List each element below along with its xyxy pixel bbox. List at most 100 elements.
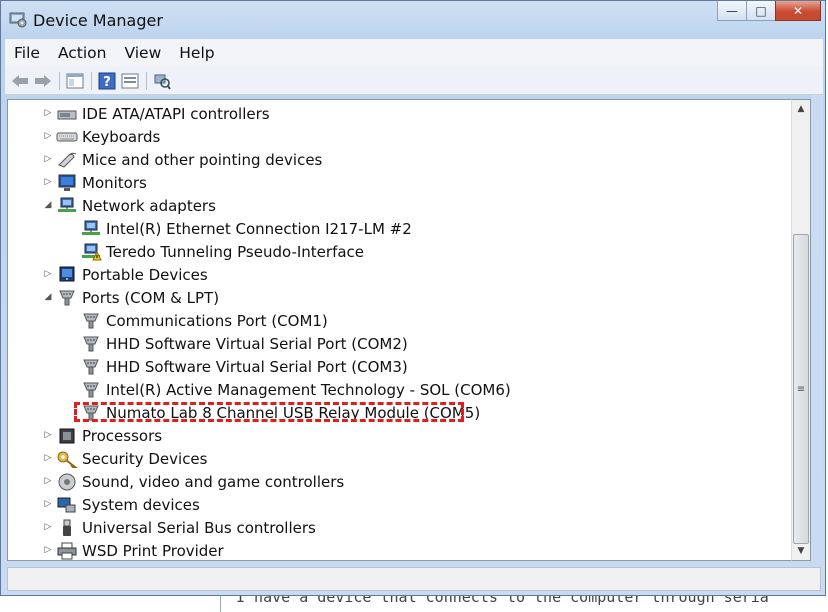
device-label: Intel(R) Active Management Technology - … (106, 380, 511, 399)
expand-arrow-closed-icon[interactable]: ▷ (43, 130, 53, 142)
toolbar-separator (146, 71, 147, 90)
device-category[interactable]: IDE ATA/ATAPI controllers (56, 102, 270, 125)
mouse-icon (56, 150, 78, 170)
forward-arrow-icon (35, 74, 51, 87)
properties-button[interactable] (64, 70, 86, 92)
expand-arrow-open-icon[interactable]: ◢ (43, 199, 53, 211)
port-icon (80, 380, 102, 400)
device-label: Monitors (82, 173, 147, 192)
close-button[interactable]: ✕ (775, 1, 821, 21)
expand-arrow-closed-icon[interactable]: ▷ (43, 521, 53, 533)
device-label: Communications Port (COM1) (106, 311, 328, 330)
maximize-button[interactable]: □ (746, 1, 776, 21)
show-hide-icon (121, 73, 139, 88)
device-category[interactable]: Keyboards (56, 125, 160, 148)
close-icon: ✕ (792, 3, 804, 18)
toolbar: ? (5, 67, 823, 95)
toolbar-separator (59, 71, 60, 90)
system-device-icon (56, 495, 78, 515)
toolbar-separator (91, 71, 92, 90)
device-category[interactable]: Processors (56, 424, 162, 447)
device-label: Intel(R) Ethernet Connection I217-LM #2 (106, 219, 412, 238)
device-manager-window: Device Manager — □ ✕ File Action View He… (0, 0, 826, 596)
device-item[interactable]: Intel(R) Ethernet Connection I217-LM #2 (80, 217, 412, 240)
device-label: Universal Serial Bus controllers (82, 518, 316, 537)
device-label: HHD Software Virtual Serial Port (COM2) (106, 334, 408, 353)
forward-button[interactable] (32, 70, 54, 92)
scan-hardware-button[interactable] (151, 70, 173, 92)
expand-arrow-closed-icon[interactable]: ▷ (43, 498, 53, 510)
device-category[interactable]: Universal Serial Bus controllers (56, 516, 316, 539)
background-text: I have a device that connects to the com… (236, 596, 769, 606)
device-category[interactable]: Sound, video and game controllers (56, 470, 344, 493)
device-label: Ports (COM & LPT) (82, 288, 220, 307)
device-category[interactable]: WSD Print Provider (56, 539, 224, 561)
device-category[interactable]: Network adapters (56, 194, 216, 217)
background-divider (220, 596, 221, 612)
keyboard-icon (56, 127, 78, 147)
scan-hardware-icon (154, 74, 171, 90)
port-icon (80, 334, 102, 354)
back-button[interactable] (9, 70, 31, 92)
device-tree[interactable]: ▷ IDE ATA/ATAPI controllers ▷ Keyboards ▷ Mic… (7, 99, 791, 561)
device-item[interactable]: Teredo Tunneling Pseudo-Interface (80, 240, 364, 263)
svg-text:?: ? (103, 75, 111, 90)
port-icon (80, 357, 102, 377)
device-item[interactable]: HHD Software Virtual Serial Port (COM2) (80, 332, 408, 355)
device-label: Security Devices (82, 449, 208, 468)
device-category[interactable]: Security Devices (56, 447, 207, 470)
processor-icon (56, 426, 78, 446)
expand-arrow-closed-icon[interactable]: ▷ (43, 176, 53, 188)
device-item[interactable]: Intel(R) Active Management Technology - … (80, 378, 511, 401)
status-bar (7, 567, 821, 591)
menu-file[interactable]: File (5, 44, 49, 62)
device-label: Mice and other pointing devices (82, 150, 323, 169)
expand-arrow-closed-icon[interactable]: ▷ (43, 452, 53, 464)
device-category[interactable]: System devices (56, 493, 200, 516)
device-label: Network adapters (82, 196, 216, 215)
device-category[interactable]: Portable Devices (56, 263, 208, 286)
device-category[interactable]: Mice and other pointing devices (56, 148, 322, 171)
device-label: Sound, video and game controllers (82, 472, 345, 491)
vertical-scrollbar[interactable]: ▲ ≡ ▼ (791, 99, 811, 561)
device-category[interactable]: Ports (COM & LPT) (56, 286, 219, 309)
expand-arrow-closed-icon[interactable]: ▷ (43, 268, 53, 280)
scroll-down-arrow-icon[interactable]: ▼ (792, 542, 810, 560)
show-hide-button[interactable] (119, 70, 141, 92)
expand-arrow-closed-icon[interactable]: ▷ (43, 107, 53, 119)
menu-action[interactable]: Action (49, 44, 116, 62)
grip-icon: ≡ (796, 383, 806, 395)
window-title: Device Manager (33, 11, 163, 30)
help-icon: ? (98, 72, 116, 90)
expand-arrow-closed-icon[interactable]: ▷ (43, 475, 53, 487)
back-arrow-icon (12, 74, 28, 87)
help-button[interactable]: ? (96, 70, 118, 92)
device-item[interactable]: Communications Port (COM1) (80, 309, 328, 332)
maximize-icon: □ (755, 3, 767, 18)
network-adapter-icon (80, 219, 102, 239)
port-icon (80, 311, 102, 331)
window-frame (811, 95, 823, 567)
expand-arrow-closed-icon[interactable]: ▷ (43, 153, 53, 165)
printer-icon (56, 541, 78, 561)
menu-help[interactable]: Help (170, 44, 223, 62)
network-adapter-icon (56, 196, 78, 216)
menu-bar: File Action View Help (5, 39, 823, 68)
device-category[interactable]: Monitors (56, 171, 147, 194)
expand-arrow-closed-icon[interactable]: ▷ (43, 544, 53, 556)
annotation-highlight-box (74, 402, 464, 422)
scrollbar-thumb[interactable]: ≡ (793, 234, 809, 544)
network-adapter-warning-icon (80, 242, 102, 262)
device-label: HHD Software Virtual Serial Port (COM3) (106, 357, 408, 376)
device-item[interactable]: HHD Software Virtual Serial Port (COM3) (80, 355, 408, 378)
device-label: Processors (82, 426, 163, 445)
menu-view[interactable]: View (115, 44, 170, 62)
device-label: WSD Print Provider (82, 541, 224, 560)
expand-arrow-open-icon[interactable]: ◢ (43, 291, 53, 303)
expand-arrow-closed-icon[interactable]: ▷ (43, 429, 53, 441)
title-bar[interactable]: Device Manager — □ ✕ (1, 1, 827, 39)
scroll-up-arrow-icon[interactable]: ▲ (792, 100, 810, 118)
minimize-button[interactable]: — (717, 1, 747, 21)
device-manager-icon (9, 10, 27, 28)
device-label: Teredo Tunneling Pseudo-Interface (106, 242, 365, 261)
